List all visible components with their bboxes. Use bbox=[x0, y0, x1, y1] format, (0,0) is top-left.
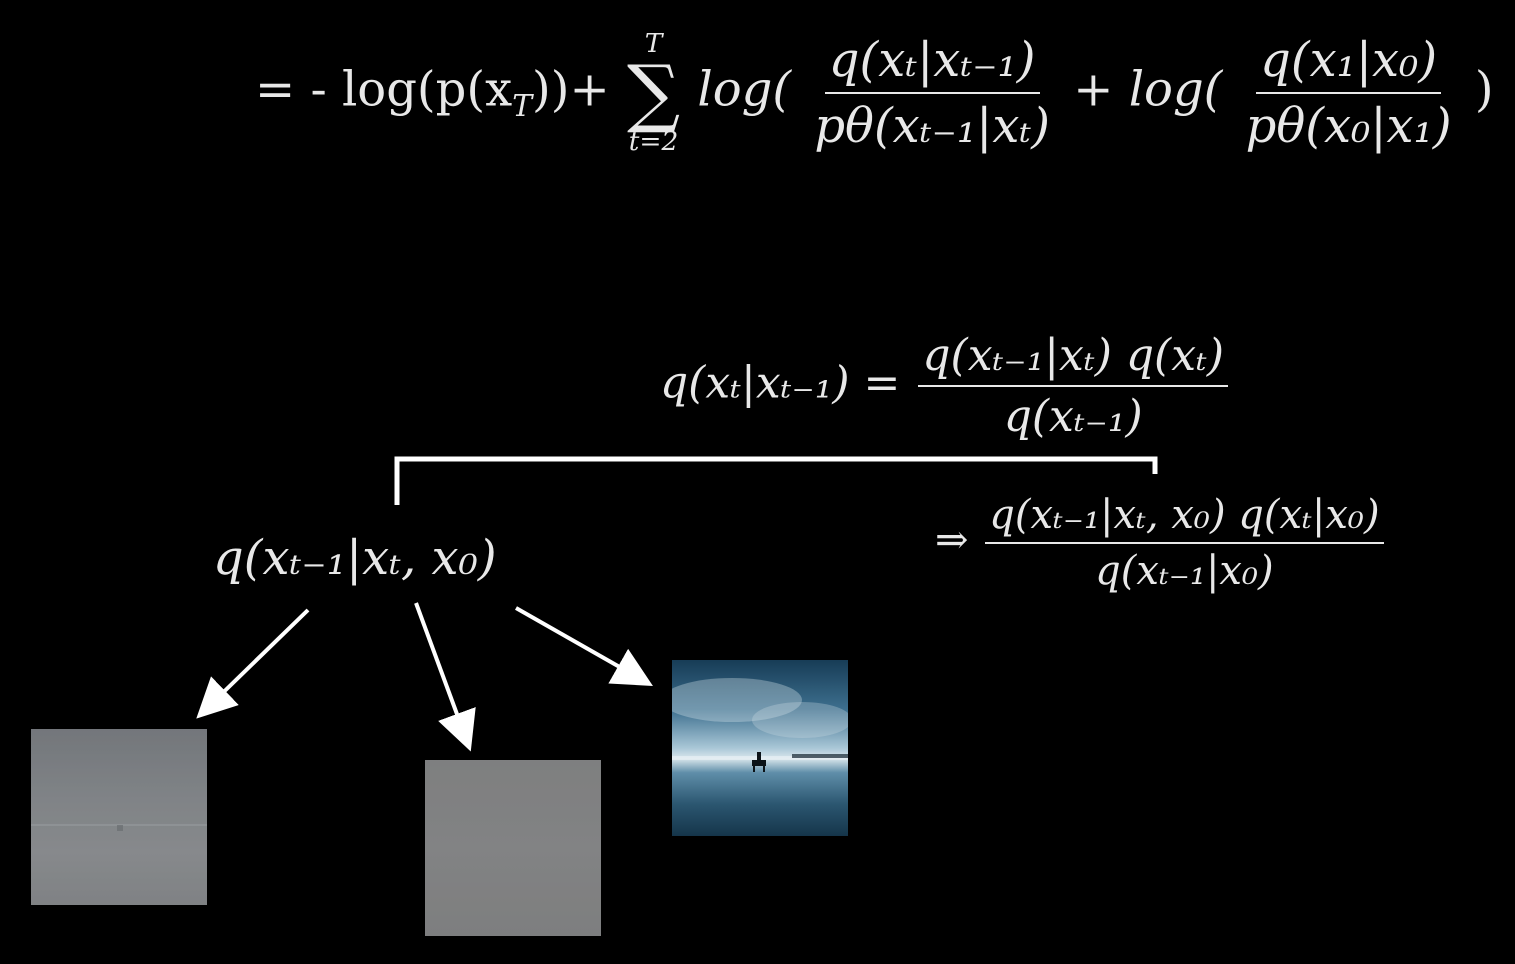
arrow-to-noisy-1 bbox=[196, 608, 310, 719]
horse-rider-icon bbox=[752, 752, 766, 772]
arrow-to-clean bbox=[515, 606, 653, 686]
clean-image-x0 bbox=[672, 660, 848, 836]
noisy-image-xt bbox=[425, 760, 601, 936]
image-icon bbox=[425, 760, 601, 936]
noisy-image-xt-1 bbox=[31, 729, 207, 905]
bracket-connector bbox=[394, 456, 1158, 505]
arrow-to-noisy-2 bbox=[414, 602, 476, 752]
image-icon bbox=[31, 729, 207, 905]
image-icon bbox=[672, 678, 848, 772]
